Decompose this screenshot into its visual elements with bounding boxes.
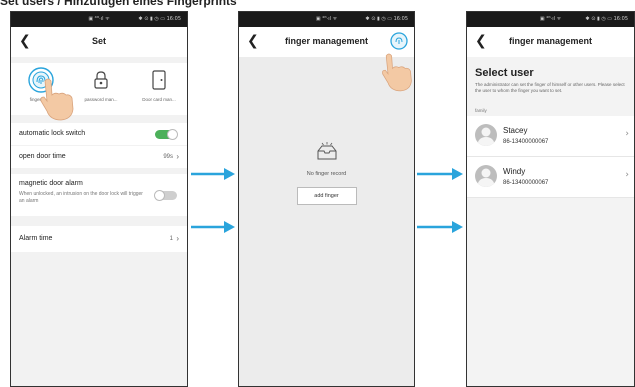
user-name: Windy xyxy=(503,167,526,176)
nav-bar: ❮ Set xyxy=(11,27,187,57)
status-bar: ▣ ⁴ᴳ·ıl ᯤ ✱ ⊙ ▮ ◷ ▭ 16:05 xyxy=(11,12,187,27)
screen-set: ▣ ⁴ᴳ·ıl ᯤ ✱ ⊙ ▮ ◷ ▭ 16:05 ❮ Set finger m… xyxy=(10,11,188,387)
feature-tiles: finger ma... password man... Door card m… xyxy=(11,63,187,121)
tile-label: Door card man... xyxy=(142,97,176,102)
chevron-right-icon: › xyxy=(176,152,179,161)
page-title: finger management xyxy=(508,36,593,46)
magnetic-alarm-row: magnetic door alarm When unlocked, an in… xyxy=(11,174,187,216)
empty-message: No finger record xyxy=(306,171,347,177)
user-phone: 86-13400000067 xyxy=(503,139,549,145)
status-signal: ▣ ⁴ᴳ·ıl ᯤ xyxy=(88,16,110,22)
page-heading: Set users / Hinzufügen eines Fingerprint… xyxy=(0,0,237,8)
select-user-title: Select user xyxy=(467,57,634,79)
status-clock: ✱ ⊙ ▮ ◷ ▭ 16:05 xyxy=(585,16,628,22)
tapping-hand-icon xyxy=(40,78,74,121)
select-user-description: The administrator can set the finger of … xyxy=(475,82,625,93)
user-phone: 86-13400000067 xyxy=(503,180,549,186)
status-bar: ▣ ⁴ᴳ·ıl ᯤ ✱ ⊙ ▮ ◷ ▭ 16:05 xyxy=(239,12,414,27)
empty-box-icon xyxy=(317,142,336,160)
tapping-hand-icon xyxy=(382,53,412,92)
open-door-time-value: 99s xyxy=(163,154,173,160)
status-bar: ▣ ⁴ᴳ·ıl ᯤ ✱ ⊙ ▮ ◷ ▭ 16:05 xyxy=(467,12,634,27)
empty-state: No finger record add finger xyxy=(239,142,414,205)
user-row[interactable]: Windy 86-13400000067 › xyxy=(467,157,634,198)
status-clock: ✱ ⊙ ▮ ◷ ▭ 16:05 xyxy=(365,16,408,22)
magnetic-alarm-desc: When unlocked, an intrusion on the door … xyxy=(19,191,143,204)
open-door-time-label: open door time xyxy=(19,153,66,160)
status-signal: ▣ ⁴ᴳ·ıl ᯤ xyxy=(539,16,562,22)
door-card-icon xyxy=(152,70,166,90)
user-name: Stacey xyxy=(503,126,528,135)
arrow-right-icon xyxy=(417,221,463,233)
chevron-right-icon: › xyxy=(176,234,179,243)
alarm-time-label: Alarm time xyxy=(19,235,53,242)
status-signal: ▣ ⁴ᴳ·ıl ᯤ xyxy=(315,16,338,22)
open-door-time-row[interactable]: open door time 99s › xyxy=(11,146,187,168)
screen-select-user: ▣ ⁴ᴳ·ıl ᯤ ✱ ⊙ ▮ ◷ ▭ 16:05 ❮ finger manag… xyxy=(466,11,635,387)
user-row[interactable]: Stacey 86-13400000067 › xyxy=(467,116,634,157)
magnetic-alarm-label: magnetic door alarm xyxy=(19,180,83,187)
chevron-right-icon: › xyxy=(625,170,629,180)
lock-icon xyxy=(94,71,108,89)
auto-lock-row: automatic lock switch xyxy=(11,123,187,145)
add-fingerprint-icon[interactable] xyxy=(390,32,408,50)
tile-label: password man... xyxy=(84,97,118,102)
tile-door-card-management[interactable]: Door card man... xyxy=(131,69,187,102)
add-finger-button[interactable]: add finger xyxy=(296,187,357,205)
avatar-icon xyxy=(475,124,497,146)
page-title: Set xyxy=(91,36,106,46)
alarm-time-value: 1 xyxy=(169,236,173,242)
arrow-right-icon xyxy=(417,168,463,180)
status-clock: ✱ ⊙ ▮ ◷ ▭ 16:05 xyxy=(138,16,181,22)
page-title: finger management xyxy=(284,36,369,46)
chevron-right-icon: › xyxy=(625,129,629,139)
screen-finger-management-empty: ▣ ⁴ᴳ·ıl ᯤ ✱ ⊙ ▮ ◷ ▭ 16:05 ❮ finger manag… xyxy=(238,11,415,387)
arrow-right-icon xyxy=(191,168,235,180)
magnetic-alarm-toggle[interactable] xyxy=(154,190,177,201)
arrow-right-icon xyxy=(191,221,235,233)
auto-lock-label: automatic lock switch xyxy=(19,130,86,137)
group-label: family xyxy=(475,108,487,113)
alarm-time-row[interactable]: Alarm time 1 › xyxy=(11,226,187,252)
nav-bar: ❮ finger management xyxy=(467,27,634,57)
tile-password-management[interactable]: password man... xyxy=(73,69,129,102)
avatar-icon xyxy=(475,165,497,187)
auto-lock-toggle[interactable] xyxy=(155,129,178,140)
